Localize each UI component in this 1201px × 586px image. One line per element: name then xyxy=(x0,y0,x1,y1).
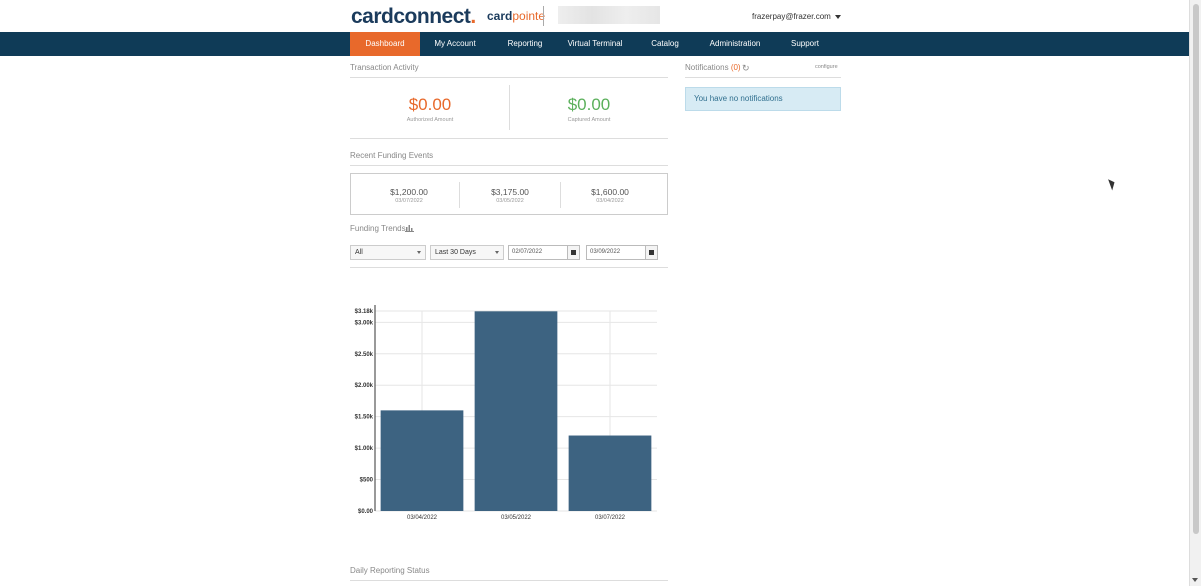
calendar-icon xyxy=(571,250,576,255)
funding-event-amount: $3,175.00 xyxy=(491,187,529,197)
no-notifications-message: You have no notifications xyxy=(685,87,841,111)
divider xyxy=(350,138,668,139)
y-tick-label: $1.50k xyxy=(355,415,374,421)
user-menu[interactable]: frazerpay@frazer.com xyxy=(752,12,841,21)
top-header: cardconnect. cardpointe frazerpay@frazer… xyxy=(0,0,1190,32)
user-email: frazerpay@frazer.com xyxy=(752,12,831,21)
end-date-input[interactable]: 03/09/2022 xyxy=(586,245,646,260)
y-tick-label: $500 xyxy=(360,478,374,484)
daily-reporting-status-title: Daily Reporting Status xyxy=(350,566,430,575)
y-tick-label: $2.50k xyxy=(355,352,374,358)
calendar-icon xyxy=(649,250,654,255)
funding-trends-title: Funding Trends xyxy=(350,224,406,233)
refresh-icon[interactable]: ↻ xyxy=(742,63,750,74)
cardpointe-logo: cardpointe xyxy=(487,9,546,23)
nav-catalog[interactable]: Catalog xyxy=(630,32,700,56)
funding-event-date: 03/05/2022 xyxy=(496,198,524,204)
nav-dashboard[interactable]: Dashboard xyxy=(350,32,420,56)
funding-event-amount: $1,200.00 xyxy=(390,187,428,197)
divider xyxy=(350,165,668,166)
logo-divider xyxy=(543,6,544,26)
funding-trends-chart: $0.00 $500 $1.00k $1.50k $2.00k $2.50k $3.00k $… xyxy=(345,295,665,535)
bar-chart-icon[interactable] xyxy=(405,224,414,232)
divider xyxy=(685,77,841,78)
end-date-calendar-button[interactable] xyxy=(645,245,658,260)
bar xyxy=(474,311,558,511)
funding-events-box: $1,200.00 03/07/2022 $3,175.00 03/05/202… xyxy=(350,173,668,215)
divider xyxy=(350,580,668,581)
y-tick-label: $1.00k xyxy=(355,446,374,452)
bar xyxy=(380,410,464,511)
date-range-select[interactable]: Last 30 Days xyxy=(430,245,504,260)
caret-down-icon xyxy=(834,14,841,19)
chevron-down-icon xyxy=(495,251,499,254)
page-scrollbar[interactable] xyxy=(1189,0,1201,586)
start-date-input[interactable]: 02/07/2022 xyxy=(508,245,568,260)
scrollbar-thumb[interactable] xyxy=(1193,4,1199,534)
nav-my-account[interactable]: My Account xyxy=(420,32,490,56)
authorized-amount-label: Authorized Amount xyxy=(406,117,454,123)
y-tick-label: $2.00k xyxy=(355,383,374,389)
nav-virtual-terminal[interactable]: Virtual Terminal xyxy=(560,32,630,56)
captured-amount: $0.00 xyxy=(567,95,611,114)
funding-trends-chart-svg: $0.00 $500 $1.00k $1.50k $2.00k $2.50k $3.00k $… xyxy=(355,305,657,521)
merchant-logo-blurred xyxy=(558,6,660,24)
nav-administration[interactable]: Administration xyxy=(700,32,770,56)
y-tick-label: $3.18k xyxy=(355,309,374,315)
authorized-amount: $0.00 xyxy=(408,95,452,114)
bar xyxy=(568,435,652,511)
chevron-down-icon xyxy=(417,251,421,254)
divider xyxy=(350,77,668,78)
funding-event-date: 03/04/2022 xyxy=(596,198,624,204)
divider xyxy=(350,267,668,268)
scroll-down-arrow-icon[interactable] xyxy=(1192,578,1198,582)
funding-event-amount: $1,600.00 xyxy=(591,187,629,197)
notifications-count: (0) xyxy=(730,63,741,72)
transaction-activity-title: Transaction Activity xyxy=(350,63,419,72)
start-date-calendar-button[interactable] xyxy=(567,245,580,260)
main-nav: Dashboard My Account Reporting Virtual T… xyxy=(0,32,1190,56)
recent-funding-title: Recent Funding Events xyxy=(350,151,434,160)
x-tick-label: 03/07/2022 xyxy=(595,515,626,521)
funding-event-date: 03/07/2022 xyxy=(395,198,423,204)
nav-reporting[interactable]: Reporting xyxy=(490,32,560,56)
configure-link[interactable]: configure xyxy=(815,64,838,70)
notifications-title: Notifications (0) xyxy=(685,63,741,72)
filter-select-value: All xyxy=(355,249,363,256)
range-select-value: Last 30 Days xyxy=(435,249,476,256)
x-tick-label: 03/04/2022 xyxy=(407,515,438,521)
y-tick-label: $3.00k xyxy=(355,320,374,326)
mouse-cursor xyxy=(1108,177,1117,191)
x-tick-label: 03/05/2022 xyxy=(501,515,532,521)
captured-amount-label: Captured Amount xyxy=(567,117,611,123)
cardconnect-logo[interactable]: cardconnect. xyxy=(351,5,476,29)
nav-support[interactable]: Support xyxy=(770,32,840,56)
y-tick-label: $0.00 xyxy=(358,509,374,515)
funding-filter-select[interactable]: All xyxy=(350,245,426,260)
